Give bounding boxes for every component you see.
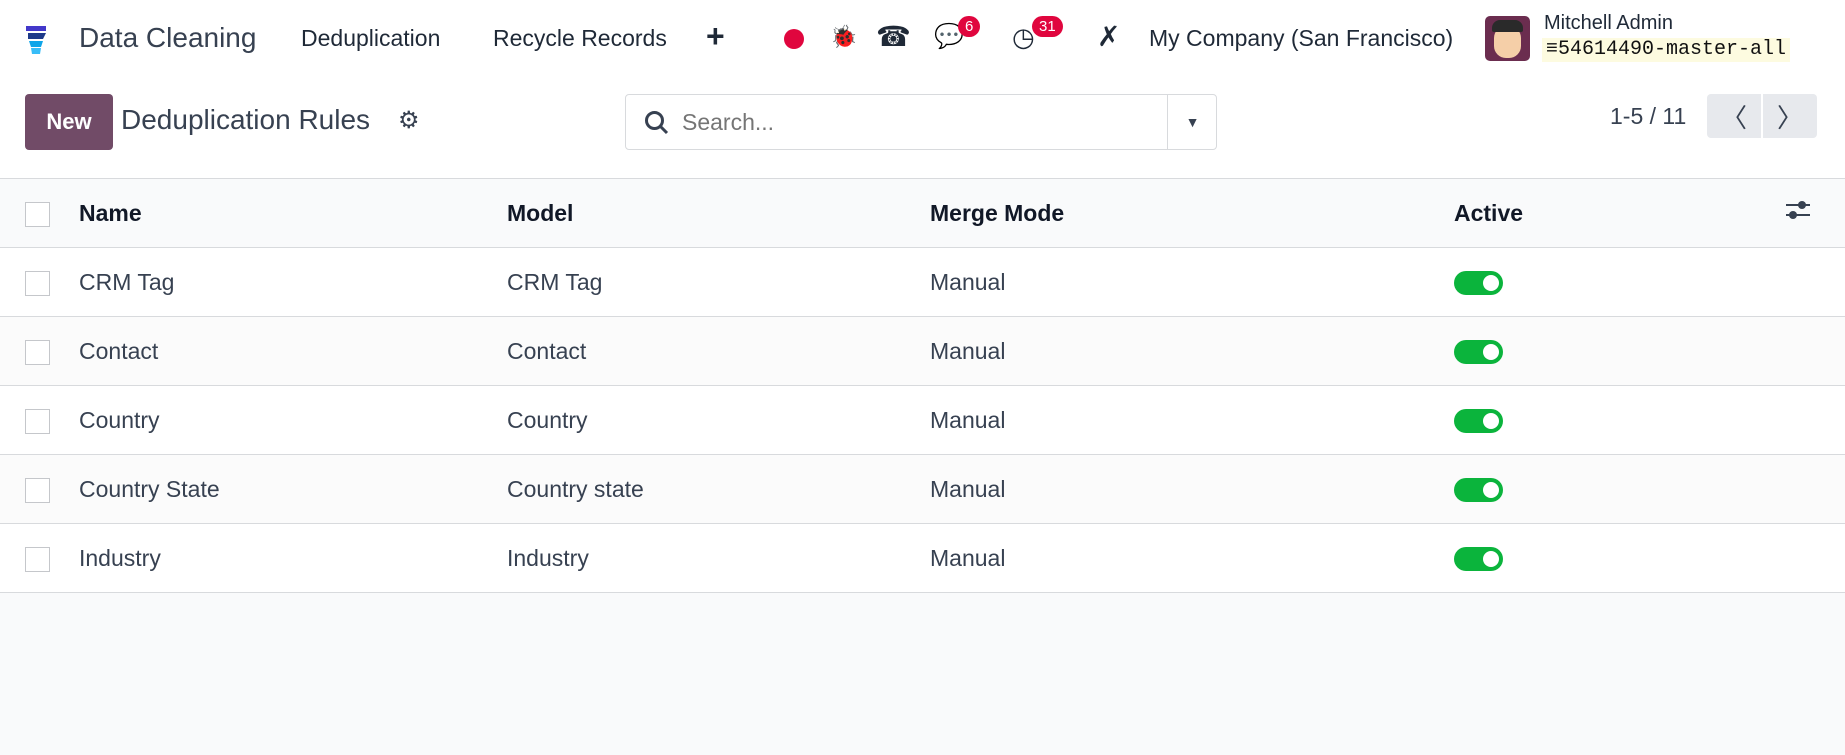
bug-icon[interactable]: 🐞 [830,24,857,50]
optional-columns-toggle[interactable] [1785,178,1845,248]
search-icon [645,111,669,135]
new-button[interactable]: New [25,94,113,150]
tools-icon[interactable]: ✗ [1097,20,1120,53]
cell-name[interactable]: Country State [79,454,507,524]
database-name: 54614490-master-all [1558,38,1787,61]
table-row[interactable]: Country Country Manual [0,385,1845,455]
cell-model[interactable]: Contact [507,316,930,386]
active-toggle[interactable] [1454,271,1503,296]
gear-icon[interactable]: ⚙ [398,106,420,135]
column-model[interactable]: Model [507,178,930,248]
activities-badge: 31 [1032,16,1063,37]
company-switcher[interactable]: My Company (San Francisco) [1149,25,1453,52]
cell-merge-mode[interactable]: Manual [930,523,1454,593]
cell-name[interactable]: Country [79,385,507,455]
cell-name[interactable]: CRM Tag [79,247,507,317]
table-row[interactable]: Country State Country state Manual [0,454,1845,524]
table-row[interactable]: Contact Contact Manual [0,316,1845,386]
cell-name[interactable]: Contact [79,316,507,386]
menu-deduplication[interactable]: Deduplication [301,25,440,52]
database-icon: ≡ [1546,38,1559,61]
phone-icon[interactable]: ☎ [876,20,911,53]
row-checkbox[interactable] [25,408,50,434]
chevron-right-icon: 〉 [1776,102,1803,133]
caret-down-icon: ▼ [1185,114,1200,130]
search-bar: ▼ [625,94,1217,150]
cell-name[interactable]: Industry [79,523,507,593]
record-icon[interactable] [784,29,804,49]
pager-next-button[interactable]: 〉 [1763,94,1817,138]
active-toggle[interactable] [1454,409,1503,434]
cell-model[interactable]: Country [507,385,930,455]
cell-merge-mode[interactable]: Manual [930,454,1454,524]
chevron-left-icon: 〈 [1720,102,1747,133]
cell-merge-mode[interactable]: Manual [930,316,1454,386]
top-navbar: Data Cleaning Deduplication Recycle Reco… [0,0,1845,78]
search-input[interactable] [682,107,1152,137]
database-tag: ≡54614490-master-all [1542,38,1791,62]
column-active[interactable]: Active [1454,178,1785,248]
table-row[interactable]: CRM Tag CRM Tag Manual [0,247,1845,317]
rules-table: Name Model Merge Mode Active CRM Tag CRM… [0,178,1845,593]
messages-badge: 6 [958,16,981,37]
select-all-checkbox[interactable] [25,201,50,227]
row-checkbox[interactable] [25,270,50,296]
active-toggle[interactable] [1454,478,1503,503]
table-header: Name Model Merge Mode Active [0,178,1845,248]
plus-icon[interactable]: + [706,18,725,55]
cell-model[interactable]: Industry [507,523,930,593]
sliders-icon [1786,201,1810,219]
avatar[interactable] [1485,16,1530,61]
column-merge-mode[interactable]: Merge Mode [930,178,1454,248]
cell-model[interactable]: CRM Tag [507,247,930,317]
table-row[interactable]: Industry Industry Manual [0,523,1845,593]
app-logo-icon[interactable] [26,26,46,54]
row-checkbox[interactable] [25,339,50,365]
active-toggle[interactable] [1454,547,1503,572]
pager-value[interactable]: 1-5 / 11 [1610,103,1686,130]
search-options-toggle[interactable]: ▼ [1167,95,1217,149]
page-title: Deduplication Rules [121,104,371,135]
row-checkbox[interactable] [25,477,50,503]
cell-merge-mode[interactable]: Manual [930,247,1454,317]
row-checkbox[interactable] [25,546,50,572]
pager-previous-button[interactable]: 〈 [1707,94,1761,138]
cell-model[interactable]: Country state [507,454,930,524]
menu-recycle-records[interactable]: Recycle Records [493,25,667,52]
user-name[interactable]: Mitchell Admin [1544,12,1673,35]
active-toggle[interactable] [1454,340,1503,365]
app-name[interactable]: Data Cleaning [79,22,256,54]
column-name[interactable]: Name [79,178,507,248]
cell-merge-mode[interactable]: Manual [930,385,1454,455]
